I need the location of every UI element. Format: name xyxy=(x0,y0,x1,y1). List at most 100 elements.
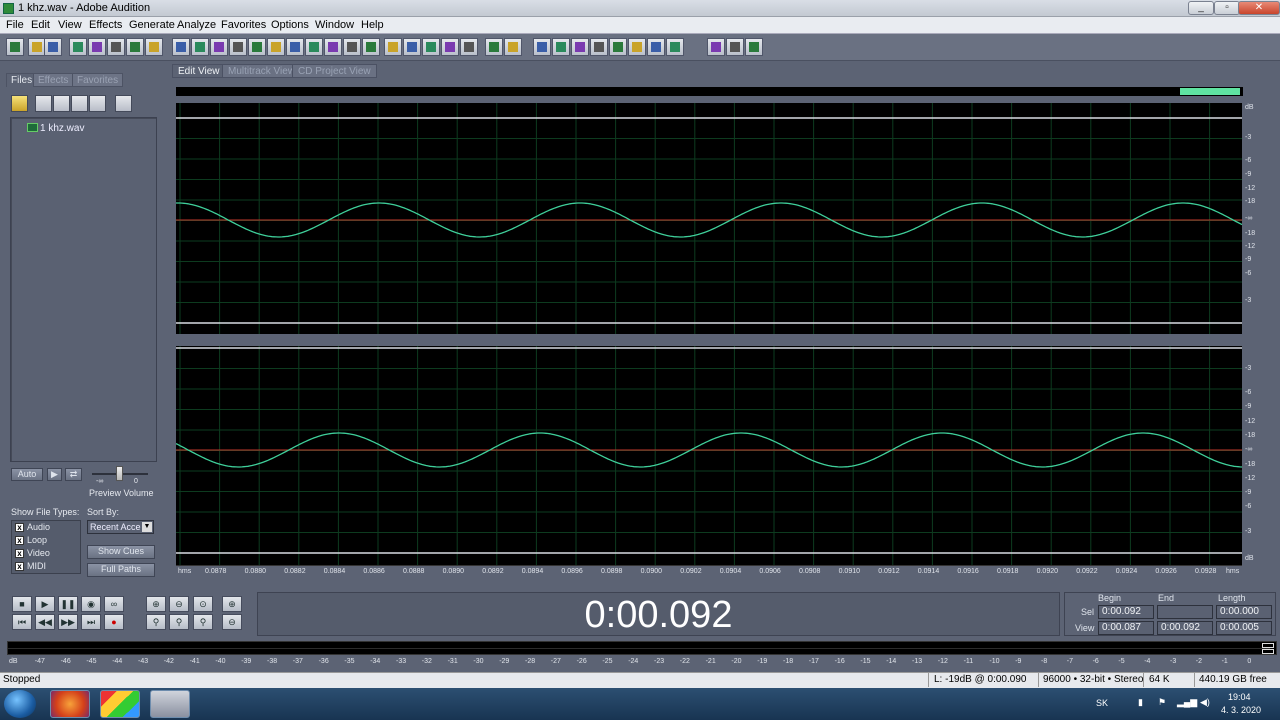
go-to-start-button[interactable]: ⏮ xyxy=(12,614,32,630)
minimize-button[interactable]: _ xyxy=(1188,1,1214,15)
zoom-out-vertical-icon[interactable]: ⊖ xyxy=(222,614,242,630)
loop-preview-button[interactable]: ⇄ xyxy=(65,468,82,481)
show-cues-button[interactable]: Show Cues xyxy=(87,545,155,559)
type-midi[interactable]: x MIDI xyxy=(15,561,46,571)
clock-date[interactable]: 4. 3. 2020 xyxy=(1221,705,1261,715)
view-4-icon[interactable] xyxy=(571,38,589,56)
firefox-icon[interactable] xyxy=(50,690,90,718)
menu-favorites[interactable]: Favorites xyxy=(221,19,266,31)
waveform-overview[interactable] xyxy=(176,87,1243,96)
menu-options[interactable]: Options xyxy=(271,19,309,31)
menu-generate[interactable]: Generate xyxy=(129,19,175,31)
play-file-icon[interactable] xyxy=(71,95,88,112)
stop-button[interactable]: ■ xyxy=(12,596,32,612)
network-icon[interactable]: ▮ xyxy=(1138,697,1143,708)
preview-volume-slider[interactable] xyxy=(116,466,123,481)
view-5-icon[interactable] xyxy=(590,38,608,56)
view-2-icon[interactable] xyxy=(533,38,551,56)
graph-icon[interactable] xyxy=(384,38,402,56)
spectral-icon[interactable] xyxy=(403,38,421,56)
waveform-display[interactable] xyxy=(176,103,1242,565)
save-as-icon[interactable] xyxy=(126,38,144,56)
menu-file[interactable]: File xyxy=(6,19,24,31)
menu-effects[interactable]: Effects xyxy=(89,19,122,31)
zoom-in-vertical-icon[interactable]: ⊕ xyxy=(222,596,242,612)
time-select-icon[interactable] xyxy=(460,38,478,56)
redo-icon[interactable] xyxy=(191,38,209,56)
close-file-icon[interactable] xyxy=(35,95,52,112)
start-button[interactable] xyxy=(4,690,36,718)
rewind-button[interactable]: ◀◀ xyxy=(35,614,55,630)
markers-icon[interactable] xyxy=(441,38,459,56)
play-to-end-button[interactable]: ◉ xyxy=(81,596,101,612)
pitch-icon[interactable] xyxy=(362,38,380,56)
loop-button[interactable]: ∞ xyxy=(104,596,124,612)
close-button[interactable]: ✕ xyxy=(1238,1,1280,15)
undo-icon[interactable] xyxy=(172,38,190,56)
insert-icon[interactable] xyxy=(89,95,106,112)
fast-forward-button[interactable]: ▶▶ xyxy=(58,614,78,630)
sort-by-dropdown[interactable]: Recent Acce ▼ xyxy=(87,520,154,534)
clock-time[interactable]: 19:04 xyxy=(1228,692,1251,702)
view-begin-field[interactable]: 0:00.087 xyxy=(1098,621,1154,635)
audition-taskbar-icon[interactable] xyxy=(150,690,190,718)
settings-icon[interactable] xyxy=(707,38,725,56)
cut-icon[interactable] xyxy=(210,38,228,56)
overview-range[interactable] xyxy=(1180,88,1240,95)
cd-icon[interactable] xyxy=(44,38,62,56)
pause-button[interactable]: ❚❚ xyxy=(58,596,78,612)
script-icon[interactable] xyxy=(726,38,744,56)
zoom-to-right-icon[interactable]: ⚲ xyxy=(169,614,189,630)
waveform-view-icon[interactable] xyxy=(6,38,24,56)
tab-cd-project-view[interactable]: CD Project View xyxy=(292,64,377,78)
zoom-out-horizontal-icon[interactable]: ⊖ xyxy=(169,596,189,612)
open-file-icon[interactable] xyxy=(11,95,28,112)
help-icon[interactable] xyxy=(745,38,763,56)
list-item[interactable]: 1 khz.wav xyxy=(27,123,84,134)
settings-icon[interactable] xyxy=(115,95,132,112)
type-video[interactable]: x Video xyxy=(15,548,50,558)
signal-icon[interactable]: ▂▄▆ xyxy=(1177,697,1197,708)
tab-effects[interactable]: Effects xyxy=(33,73,74,87)
go-to-end-button[interactable]: ⏭ xyxy=(81,614,101,630)
zoom-in-horizontal-icon[interactable]: ⊕ xyxy=(146,596,166,612)
close-icon[interactable] xyxy=(145,38,163,56)
auto-play-button[interactable]: Auto xyxy=(11,468,43,481)
zoom-full-icon[interactable]: ⊙ xyxy=(193,596,213,612)
type-audio[interactable]: x Audio xyxy=(15,522,50,532)
record-button[interactable]: ● xyxy=(104,614,124,630)
play-button[interactable]: ▶ xyxy=(35,596,55,612)
open-icon[interactable] xyxy=(88,38,106,56)
view-6-icon[interactable] xyxy=(609,38,627,56)
flag-icon[interactable]: ⚑ xyxy=(1158,697,1166,708)
tab-multitrack-view[interactable]: Multitrack View xyxy=(222,64,302,78)
normalize-icon[interactable] xyxy=(324,38,342,56)
play-preview-button[interactable]: ▶ xyxy=(47,468,62,481)
volume-icon[interactable]: ◀) xyxy=(1200,697,1210,708)
mix-paste-icon[interactable] xyxy=(267,38,285,56)
sel-length-field[interactable]: 0:00.000 xyxy=(1216,605,1272,619)
save-icon[interactable] xyxy=(107,38,125,56)
view-7-icon[interactable] xyxy=(628,38,646,56)
file-list[interactable]: 1 khz.wav xyxy=(10,117,157,462)
menu-window[interactable]: Window xyxy=(315,19,354,31)
maximize-button[interactable]: ▫ xyxy=(1214,1,1240,15)
view-3-icon[interactable] xyxy=(552,38,570,56)
paste-icon[interactable] xyxy=(248,38,266,56)
full-paths-button[interactable]: Full Paths xyxy=(87,563,155,577)
view-9-icon[interactable] xyxy=(666,38,684,56)
view-end-field[interactable]: 0:00.092 xyxy=(1157,621,1213,635)
trim-icon[interactable] xyxy=(286,38,304,56)
menu-analyze[interactable]: Analyze xyxy=(177,19,216,31)
chevron-down-icon[interactable]: ▼ xyxy=(142,522,152,532)
sel-end-field[interactable] xyxy=(1157,605,1213,619)
envelope-icon[interactable] xyxy=(343,38,361,56)
copy-icon[interactable] xyxy=(229,38,247,56)
tab-edit-view[interactable]: Edit View xyxy=(172,64,226,78)
new-file-icon[interactable] xyxy=(69,38,87,56)
menu-view[interactable]: View xyxy=(58,19,82,31)
language-indicator[interactable]: SK xyxy=(1096,698,1108,708)
marquee-icon[interactable] xyxy=(485,38,503,56)
import-icon[interactable] xyxy=(53,95,70,112)
view-length-field[interactable]: 0:00.005 xyxy=(1216,621,1272,635)
